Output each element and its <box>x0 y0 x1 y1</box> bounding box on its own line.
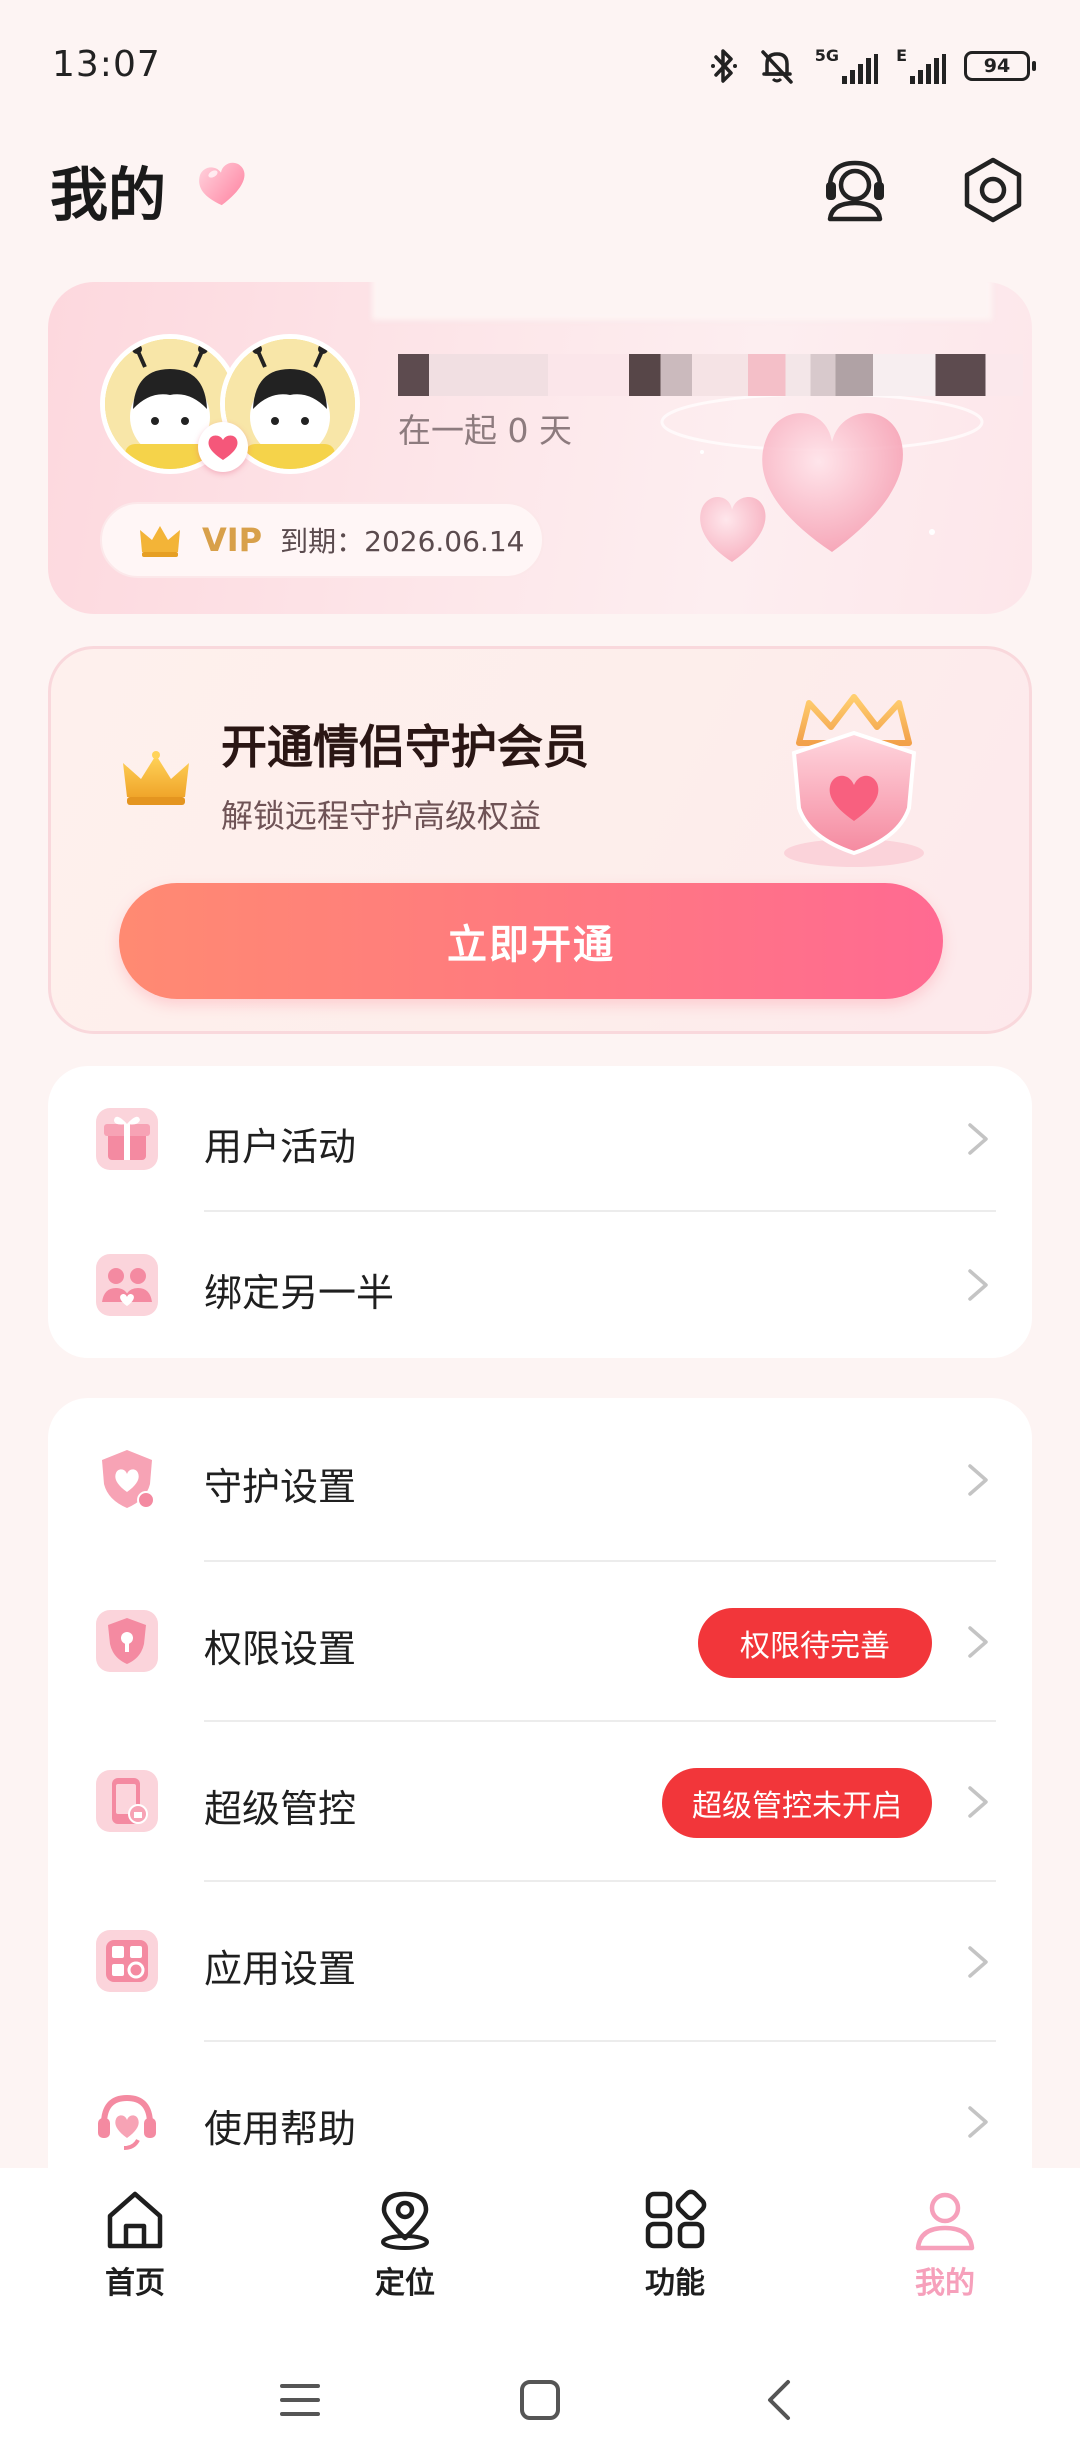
status-time: 13:07 <box>52 44 161 85</box>
heart-icon <box>199 162 245 206</box>
person-icon <box>915 2192 975 2251</box>
menu-group-1: 用户活动 绑定另一半 <box>48 1066 1032 1358</box>
phone-lock-icon <box>96 1770 158 1832</box>
open-membership-button[interactable]: 立即开通 <box>119 883 943 999</box>
chevron-right-icon <box>968 1123 988 1155</box>
battery-level: 94 <box>983 55 1011 77</box>
menu-item-super-control[interactable]: 超级管控 超级管控未开启 <box>48 1722 1032 1882</box>
blur-overlay <box>372 282 992 320</box>
crowned-shield-icon <box>784 694 924 867</box>
gift-icon <box>96 1108 158 1170</box>
vip-badge[interactable]: VIP 到期：2026.06.14 <box>100 502 544 578</box>
menu-item-bind-partner[interactable]: 绑定另一半 <box>48 1212 1032 1358</box>
menu-icon <box>280 2384 320 2416</box>
tab-label: 我的 <box>915 2266 975 2301</box>
tab-label: 定位 <box>375 2266 435 2301</box>
home-icon <box>107 2191 163 2249</box>
tab-location[interactable]: 定位 <box>270 2168 540 2320</box>
chevron-right-icon <box>968 2106 988 2138</box>
tab-label: 功能 <box>645 2266 705 2301</box>
membership-promo-card[interactable]: 开通情侣守护会员 解锁远程守护高级权益 立即开通 <box>48 646 1032 1034</box>
system-nav-bar <box>0 2320 1080 2460</box>
crown-icon <box>123 751 189 805</box>
menu-item-permission-settings[interactable]: 权限设置 权限待完善 <box>48 1562 1032 1722</box>
chevron-right-icon <box>968 1786 988 1818</box>
menu-item-label: 用户活动 <box>204 1125 357 1169</box>
super-control-status-badge[interactable]: 超级管控未开启 <box>662 1768 932 1838</box>
page-title: 我的 <box>50 161 167 229</box>
headset-icon <box>826 160 884 222</box>
chevron-right-icon <box>968 1946 988 1978</box>
headset-heart-icon <box>98 2094 156 2150</box>
tab-label: 首页 <box>105 2266 165 2301</box>
together-days: 在一起 0 天 <box>398 411 572 450</box>
square-icon <box>520 2380 560 2420</box>
recent-apps-button[interactable] <box>270 2370 330 2430</box>
profile-card[interactable]: 在一起 0 天 VIP 到期：2026.06.14 <box>48 282 1032 614</box>
back-arrow-icon <box>768 2380 790 2420</box>
gear-icon <box>964 157 1022 223</box>
crown-icon <box>140 526 180 557</box>
promo-title: 开通情侣守护会员 <box>221 720 589 774</box>
menu-group-2: 守护设置 权限设置 权限待完善 超级管控 超级管控未开启 应用设置 使用帮助 <box>48 1398 1032 2198</box>
user-names-redacted <box>398 354 1023 396</box>
promo-subtitle: 解锁远程守护高级权益 <box>221 797 542 835</box>
tab-features[interactable]: 功能 <box>540 2168 810 2320</box>
shield-lock-icon <box>96 1610 158 1672</box>
menu-item-user-activity[interactable]: 用户活动 <box>48 1066 1032 1212</box>
menu-item-label: 应用设置 <box>204 1947 357 1991</box>
grid-icon <box>645 2189 707 2249</box>
menu-item-app-settings[interactable]: 应用设置 <box>48 1882 1032 2042</box>
back-system-button[interactable] <box>750 2370 810 2430</box>
home-system-button[interactable] <box>510 2370 570 2430</box>
menu-item-label: 超级管控 <box>204 1787 357 1831</box>
network-label-2: E <box>896 46 907 65</box>
menu-item-guard-settings[interactable]: 守护设置 <box>48 1398 1032 1562</box>
battery-icon: 94 <box>964 51 1036 81</box>
menu-item-label: 使用帮助 <box>204 2107 357 2151</box>
couple-heart-icon <box>198 422 248 472</box>
network-label: 5G <box>814 46 840 65</box>
vip-label: VIP <box>202 521 263 559</box>
menu-item-label: 绑定另一半 <box>204 1271 395 1315</box>
couple-icon <box>96 1254 158 1316</box>
app-settings-icon <box>96 1930 158 1992</box>
status-icons: 5G E 94 <box>709 44 1036 88</box>
tab-mine[interactable]: 我的 <box>810 2168 1080 2320</box>
chevron-right-icon <box>968 1626 988 1658</box>
settings-button[interactable] <box>953 150 1033 230</box>
signal-5g-icon: 5G <box>814 46 879 84</box>
bluetooth-icon <box>710 49 737 83</box>
menu-item-label: 权限设置 <box>204 1627 357 1671</box>
bottom-nav: 首页 定位 功能 我的 <box>0 2168 1080 2320</box>
chevron-right-icon <box>968 1269 988 1301</box>
shield-heart-icon <box>102 1450 155 1509</box>
customer-service-button[interactable] <box>815 150 895 230</box>
signal-e-icon: E <box>896 48 946 84</box>
location-icon <box>381 2191 429 2250</box>
status-bar: 13:07 5G E 94 <box>0 0 1080 140</box>
tab-home[interactable]: 首页 <box>0 2168 270 2320</box>
menu-item-label: 守护设置 <box>204 1465 357 1509</box>
mute-bell-icon <box>761 50 793 84</box>
chevron-right-icon <box>968 1464 988 1496</box>
permission-status-badge[interactable]: 权限待完善 <box>698 1608 932 1678</box>
vip-expiry: 到期：2026.06.14 <box>280 525 525 558</box>
